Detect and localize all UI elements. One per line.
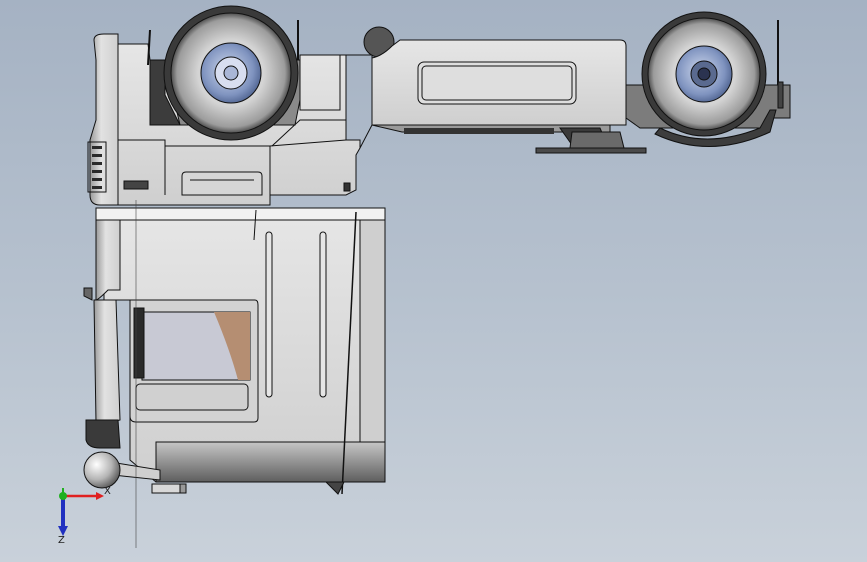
bumper-corner [85,419,121,449]
x-axis-label: X [104,486,111,497]
rear-light [777,81,784,109]
x-arrow-head [96,492,104,500]
cab-body[interactable] [83,200,386,548]
rear-mount-base [535,147,647,154]
frame-rail-dark [404,128,554,134]
triad-origin [59,492,67,500]
cab-left-curve [95,219,121,301]
frame-collar [346,54,373,149]
marker-light [123,180,149,190]
z-axis-label: Z [58,535,65,544]
side-fairing [93,299,121,423]
tank-strap [417,61,577,105]
cad-graphics-viewport[interactable]: X Z [0,0,867,562]
coordinate-triad: X Z [58,486,111,544]
cab-step-box [181,171,263,196]
lower-window [135,383,249,411]
mirror-ball [83,451,121,489]
roof-strip [95,207,386,221]
truck-model-top-view[interactable] [0,0,867,562]
rear-wheel[interactable] [641,11,767,137]
cab-bottom-shade [155,441,386,483]
door-hinge-bar [133,307,145,379]
front-wheel[interactable] [163,5,299,141]
